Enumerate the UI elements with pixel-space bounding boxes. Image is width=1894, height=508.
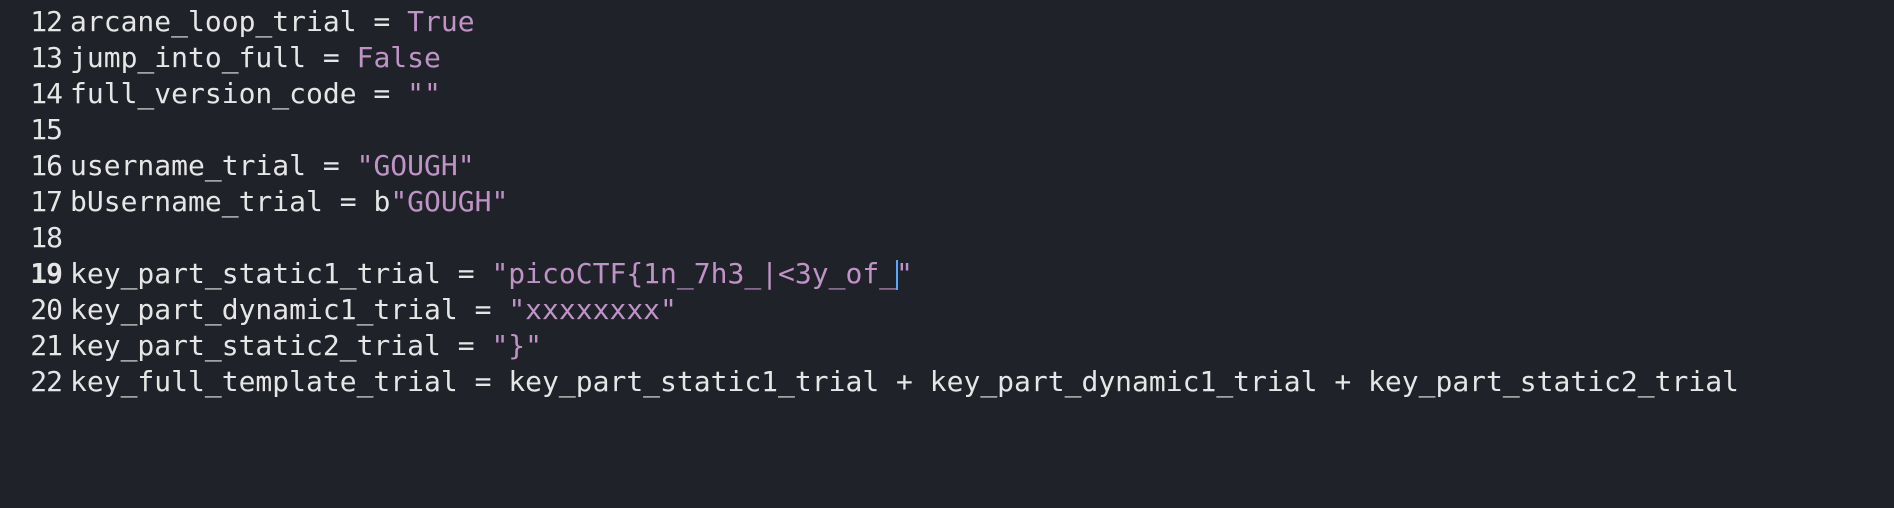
code-line-18[interactable]: 18	[0, 220, 1894, 256]
line-number: 17	[30, 185, 63, 218]
line-number-current: 19	[30, 257, 63, 290]
line-number: 12	[30, 5, 63, 38]
boolean-literal: True	[407, 5, 475, 38]
string-literal: "picoCTF{1n_7h3_|<3y_of_	[491, 257, 897, 290]
code-line-14[interactable]: 14 full_version_code = ""	[0, 76, 1894, 112]
code-text[interactable]: key_part_static2_trial = "}"	[70, 328, 542, 364]
operator: =	[356, 77, 408, 110]
code-line-21[interactable]: 21 key_part_static2_trial = "}"	[0, 328, 1894, 364]
identifier: full_version_code	[70, 77, 357, 110]
line-number: 18	[30, 221, 63, 254]
identifier: username_trial	[70, 149, 307, 182]
code-line-13[interactable]: 13 jump_into_full = False	[0, 40, 1894, 76]
code-line-22[interactable]: 22 key_full_template_trial = key_part_st…	[0, 364, 1894, 400]
code-editor[interactable]: 12 arcane_loop_trial = True 13 jump_into…	[0, 0, 1894, 401]
string-literal: "xxxxxxxx"	[508, 293, 677, 326]
string-literal: "GOUGH"	[390, 185, 509, 218]
expression: key_part_static1_trial + key_part_dynami…	[508, 365, 1739, 398]
code-text[interactable]: key_part_static1_trial = "picoCTF{1n_7h3…	[70, 256, 913, 292]
operator: =	[440, 257, 492, 290]
identifier: jump_into_full	[70, 41, 307, 74]
code-text[interactable]: bUsername_trial = b"GOUGH"	[70, 184, 508, 220]
code-text[interactable]: jump_into_full = False	[70, 40, 441, 76]
string-literal: ""	[407, 77, 441, 110]
code-line-16[interactable]: 16 username_trial = "GOUGH"	[0, 148, 1894, 184]
identifier: key_full_template_trial	[70, 365, 458, 398]
string-literal: "GOUGH"	[356, 149, 475, 182]
line-number: 16	[30, 149, 63, 182]
operator: =	[306, 41, 357, 74]
identifier: key_part_static1_trial	[70, 257, 441, 290]
string-literal-end: "	[896, 257, 913, 290]
line-number: 20	[30, 293, 63, 326]
identifier: arcane_loop_trial	[70, 5, 357, 38]
code-text[interactable]: arcane_loop_trial = True	[70, 4, 475, 40]
operator: =	[322, 185, 374, 218]
code-line-19-current[interactable]: 19 key_part_static1_trial = "picoCTF{1n_…	[0, 256, 1894, 292]
operator: =	[356, 5, 408, 38]
line-number: 15	[30, 113, 63, 146]
string-literal: "}"	[491, 329, 543, 362]
operator: =	[440, 329, 492, 362]
operator: =	[457, 293, 509, 326]
identifier: key_part_dynamic1_trial	[70, 293, 458, 326]
code-line-12[interactable]: 12 arcane_loop_trial = True	[0, 4, 1894, 40]
code-line-15[interactable]: 15	[0, 112, 1894, 148]
operator: =	[306, 149, 357, 182]
code-text[interactable]: key_part_dynamic1_trial = "xxxxxxxx"	[70, 292, 677, 328]
boolean-literal: False	[356, 41, 441, 74]
code-line-17[interactable]: 17 bUsername_trial = b"GOUGH"	[0, 184, 1894, 220]
line-number: 13	[30, 41, 63, 74]
bytes-prefix: b	[373, 185, 391, 218]
operator: =	[457, 365, 509, 398]
code-text[interactable]: username_trial = "GOUGH"	[70, 148, 475, 184]
line-number: 14	[30, 77, 63, 110]
code-text[interactable]: full_version_code = ""	[70, 76, 441, 112]
line-number: 22	[30, 365, 63, 398]
code-text[interactable]: key_full_template_trial = key_part_stati…	[70, 364, 1739, 400]
code-line-20[interactable]: 20 key_part_dynamic1_trial = "xxxxxxxx"	[0, 292, 1894, 328]
identifier: bUsername_trial	[70, 185, 323, 218]
identifier: key_part_static2_trial	[70, 329, 441, 362]
line-number: 21	[30, 329, 63, 362]
